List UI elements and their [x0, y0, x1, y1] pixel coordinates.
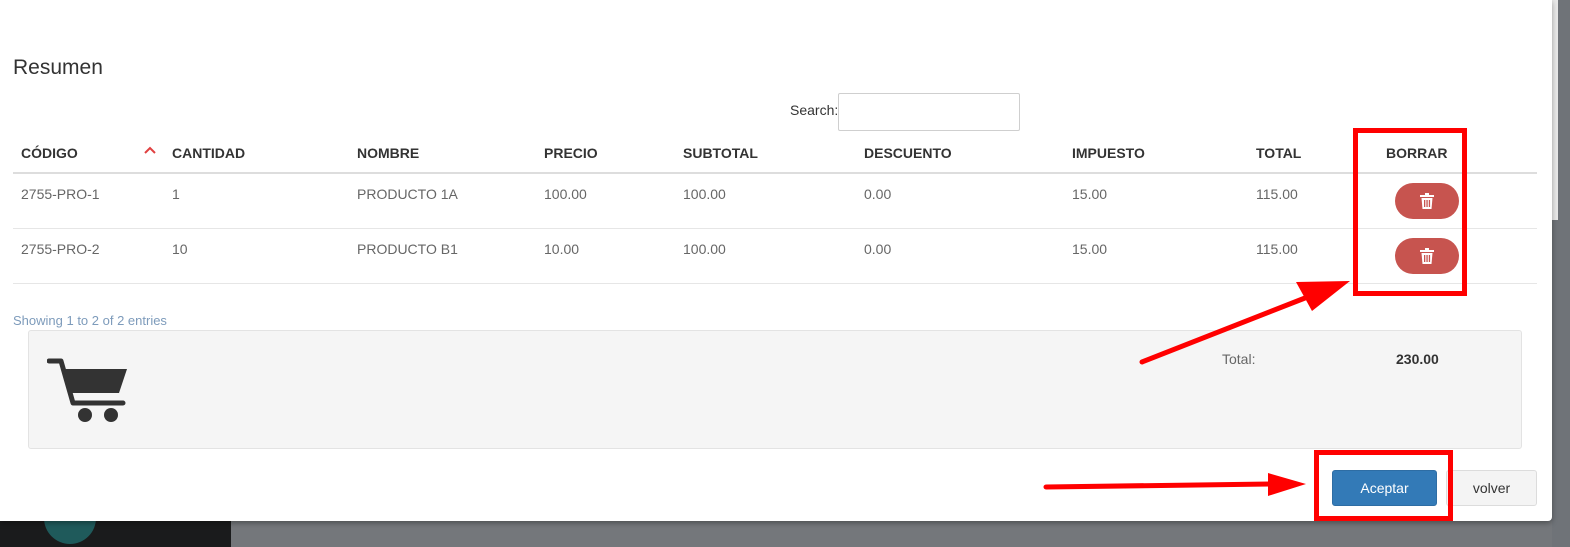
- annotation-box-borrar: [1353, 128, 1467, 296]
- cell-precio: 10.00: [536, 228, 675, 284]
- cell-nombre: PRODUCTO B1: [349, 228, 536, 284]
- cell-nombre: PRODUCTO 1A: [349, 173, 536, 229]
- column-header-impuesto[interactable]: IMPUESTO: [1064, 133, 1248, 174]
- cell-descuento: 0.00: [856, 228, 1064, 284]
- search-input[interactable]: [838, 93, 1020, 131]
- cell-cantidad: 10: [164, 228, 349, 284]
- cell-descuento: 0.00: [856, 173, 1064, 229]
- cell-impuesto: 15.00: [1064, 228, 1248, 284]
- back-button[interactable]: volver: [1446, 470, 1537, 506]
- scrollbar[interactable]: [1552, 0, 1558, 220]
- shopping-cart-icon: [47, 358, 127, 422]
- column-header-descuento[interactable]: DESCUENTO: [856, 133, 1064, 174]
- summary-panel: Total: 230.00: [28, 330, 1522, 449]
- cell-codigo: 2755-PRO-2: [13, 228, 164, 284]
- cell-precio: 100.00: [536, 173, 675, 229]
- search-label: Search:: [790, 102, 839, 118]
- column-header-subtotal[interactable]: SUBTOTAL: [675, 133, 856, 174]
- table-row: 2755-PRO-1 1 PRODUCTO 1A 100.00 100.00 0…: [13, 173, 1537, 229]
- table-row: 2755-PRO-2 10 PRODUCTO B1 10.00 100.00 0…: [13, 228, 1537, 284]
- table-info: Showing 1 to 2 of 2 entries: [13, 313, 167, 328]
- cell-codigo: 2755-PRO-1: [13, 173, 164, 229]
- cell-impuesto: 15.00: [1064, 173, 1248, 229]
- products-table: CÓDIGO CANTIDAD NOMBRE PRECIO SUBTOTAL D…: [13, 133, 1537, 284]
- chevron-up-icon: [144, 143, 156, 157]
- column-header-codigo[interactable]: CÓDIGO: [13, 133, 164, 174]
- products-table-wrapper: CÓDIGO CANTIDAD NOMBRE PRECIO SUBTOTAL D…: [13, 133, 1537, 284]
- table-header-row: CÓDIGO CANTIDAD NOMBRE PRECIO SUBTOTAL D…: [13, 133, 1537, 174]
- column-header-precio[interactable]: PRECIO: [536, 133, 675, 174]
- cell-subtotal: 100.00: [675, 228, 856, 284]
- column-header-cantidad[interactable]: CANTIDAD: [164, 133, 349, 174]
- background-overlay: [231, 521, 1570, 547]
- cell-cantidad: 1: [164, 173, 349, 229]
- total-value: 230.00: [1396, 351, 1439, 367]
- cell-subtotal: 100.00: [675, 173, 856, 229]
- column-header-nombre[interactable]: NOMBRE: [349, 133, 536, 174]
- modal-title: Resumen: [13, 56, 103, 79]
- annotation-box-accept: [1314, 450, 1453, 521]
- summary-modal: Resumen Search: CÓDIGO CANTIDAD NOMBRE P…: [0, 0, 1552, 521]
- total-label: Total:: [1222, 351, 1256, 367]
